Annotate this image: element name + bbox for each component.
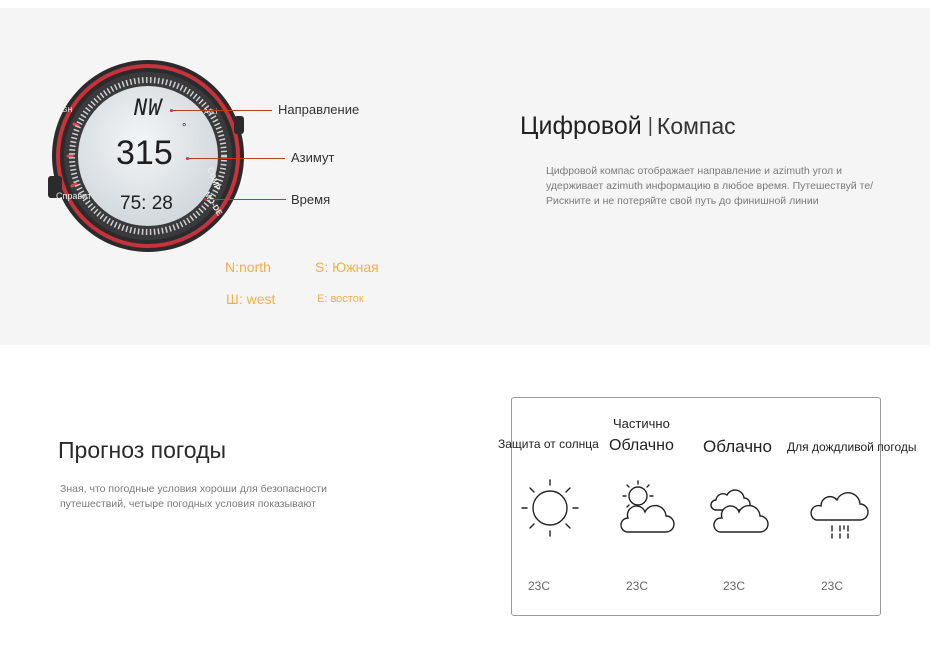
compass-title-part1: Цифровой bbox=[520, 112, 642, 140]
rain-icon bbox=[810, 492, 869, 539]
watch-time: 75: 28 bbox=[120, 193, 173, 214]
callout-line-azimuth bbox=[188, 158, 285, 159]
watch-bezel-gh: GH bbox=[62, 107, 73, 114]
weather-label-rain: Для дождливой погоды bbox=[787, 440, 917, 454]
cloudy-icon bbox=[710, 489, 769, 533]
compass-title-part2: Компас bbox=[656, 113, 736, 139]
watch-direction: NW bbox=[134, 96, 163, 121]
direction-south: S: Южная bbox=[315, 259, 379, 275]
direction-east: E: восток bbox=[317, 293, 364, 305]
weather-temp-sun: 23C bbox=[528, 579, 551, 593]
callout-time: Время bbox=[291, 192, 331, 207]
compass-title: Цифровой | Компас bbox=[520, 112, 736, 141]
callout-direction: Направление bbox=[278, 102, 360, 117]
partly-cloudy-icon bbox=[620, 480, 675, 533]
callout-line-direction bbox=[172, 110, 272, 111]
weather-description: Зная, что погодные условия хороши для бе… bbox=[60, 483, 327, 510]
weather-label-partly-2: Облачно bbox=[609, 437, 674, 454]
weather-temp-cloudy: 23C bbox=[723, 579, 746, 593]
callout-line-time bbox=[206, 199, 286, 200]
weather-label-sun: Защита от солнца bbox=[498, 437, 599, 451]
watch-azimuth: 315 bbox=[116, 134, 173, 172]
callout-dot-azimuth bbox=[186, 157, 189, 160]
weather-title: Прогноз погоды bbox=[58, 437, 227, 463]
callout-dot-time bbox=[204, 198, 207, 201]
callout-azimuth: Азимут bbox=[291, 150, 335, 165]
weather-temp-partly: 23C bbox=[626, 579, 649, 593]
watch-degree: ° bbox=[182, 122, 187, 134]
watch-bezel-help: Справит bbox=[56, 191, 92, 201]
sun-icon bbox=[521, 479, 579, 537]
compass-title-separator: | bbox=[647, 115, 653, 137]
compass-watch: NW ° 315 75: 28 GH Ayt.i Справит COMP MO… bbox=[48, 56, 248, 256]
weather-label-cloudy: Облачно bbox=[703, 437, 772, 456]
callout-dot-direction bbox=[170, 109, 173, 112]
weather-temp-rain: 23C bbox=[821, 579, 844, 593]
direction-north: N:north bbox=[225, 259, 271, 275]
direction-west: Ш: west bbox=[226, 291, 276, 307]
compass-description: Цифровой компас отображает направление и… bbox=[546, 165, 874, 207]
weather-label-partly-1: Частично bbox=[613, 416, 670, 431]
